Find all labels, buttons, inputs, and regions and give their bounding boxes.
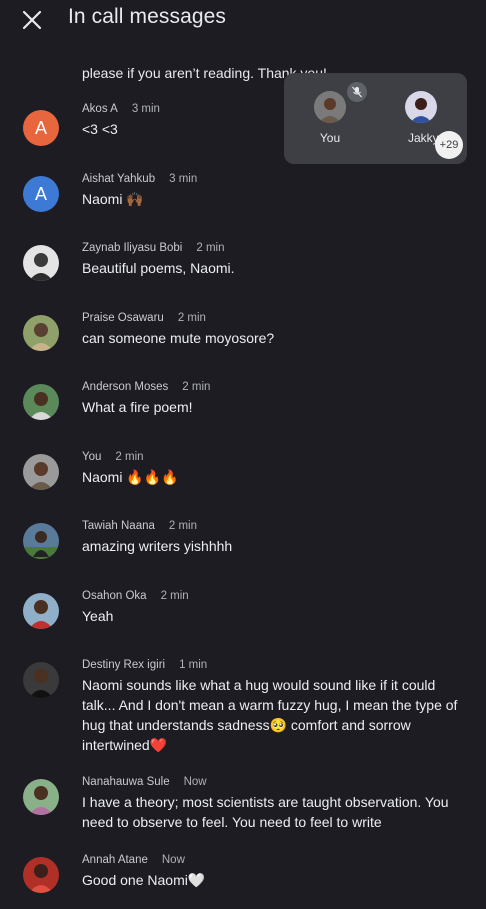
avatar: [23, 384, 59, 420]
person-photo-icon: [405, 91, 437, 123]
avatar: [23, 857, 59, 893]
message-text: Naomi sounds like what a hug would sound…: [82, 677, 458, 753]
message-time: 2 min: [115, 451, 144, 463]
message-text: can someone mute moyosore?: [82, 330, 275, 346]
message-time: 2 min: [160, 590, 189, 602]
message-time: Now: [161, 854, 185, 866]
sender-name: Anderson Moses: [82, 381, 169, 393]
avatar: [23, 454, 59, 490]
message-text: Yeah: [82, 608, 114, 624]
person-photo-icon: [29, 786, 53, 815]
avatar: [23, 315, 59, 351]
sender-name: Tawiah Naana: [82, 520, 155, 532]
person-photo-icon: [29, 669, 53, 698]
avatar: [314, 91, 346, 123]
message-meta: Aishat Yahkub 3 min: [82, 173, 197, 185]
avatar: [23, 245, 59, 281]
sender-name: Praise Osawaru: [82, 312, 164, 324]
message-meta: Zaynab Iliyasu Bobi 2 min: [82, 242, 225, 254]
more-participants-badge[interactable]: +29: [435, 131, 463, 159]
avatar: A: [23, 176, 59, 212]
message-time: 2 min: [196, 242, 225, 254]
sender-name: You: [82, 451, 102, 463]
mic-off-icon: [347, 82, 367, 102]
person-photo-icon: [29, 600, 53, 629]
message-meta: Anderson Moses 2 min: [82, 381, 210, 393]
page-title: In call messages: [68, 5, 227, 28]
close-button[interactable]: [18, 6, 46, 34]
avatar: [23, 593, 59, 629]
message-time: 3 min: [131, 103, 160, 115]
message-time: 1 min: [179, 659, 208, 671]
person-photo-icon: [314, 91, 346, 123]
message-meta: Tawiah Naana 2 min: [82, 520, 197, 532]
avatar: A: [23, 110, 59, 146]
message-meta: Praise Osawaru 2 min: [82, 312, 206, 324]
message-meta: You 2 min: [82, 451, 144, 463]
header: In call messages: [0, 0, 486, 40]
person-photo-icon: [29, 462, 53, 490]
sender-name: Aishat Yahkub: [82, 173, 156, 185]
message-text: I have a theory; most scientists are tau…: [82, 794, 449, 830]
message-time: 3 min: [169, 173, 198, 185]
avatar: [405, 91, 437, 123]
person-photo-icon: [29, 323, 53, 351]
person-photo-icon: [29, 253, 53, 281]
message-time: 2 min: [168, 520, 198, 532]
message-text: What a fire poem!: [82, 399, 193, 415]
message-text: Naomi 🔥🔥🔥: [82, 469, 179, 485]
message-meta: Osahon Oka 2 min: [82, 590, 189, 602]
sender-name: Osahon Oka: [82, 590, 147, 602]
message-time: 2 min: [177, 312, 206, 324]
message-text: Beautiful poems, Naomi.: [82, 260, 235, 276]
avatar: [23, 779, 59, 815]
close-icon: [22, 10, 42, 30]
sender-name: Nanahauwa Sule: [82, 776, 170, 788]
message-meta: Destiny Rex igiri 1 min: [82, 659, 207, 671]
message-meta: Annah Atane Now: [82, 854, 185, 866]
person-photo-icon: [29, 864, 53, 893]
sender-name: Akos A: [82, 103, 118, 115]
avatar: [23, 523, 59, 559]
participants-popup[interactable]: You Jakky +29: [284, 73, 467, 164]
message-meta: Nanahauwa Sule Now: [82, 776, 207, 788]
sender-name: Zaynab Iliyasu Bobi: [82, 242, 183, 254]
message-text: Good one Naomi🤍: [82, 872, 206, 888]
sender-name: Destiny Rex igiri: [82, 659, 166, 671]
participant-label: You: [319, 131, 341, 145]
person-photo-icon: [29, 392, 53, 420]
avatar: [23, 662, 59, 698]
message-text: amazing writers yishhhh: [82, 538, 233, 554]
message-time: Now: [183, 776, 207, 788]
message-meta: Akos A 3 min: [82, 103, 160, 115]
message-text: Naomi 🙌🏾: [82, 191, 144, 207]
message-time: 2 min: [182, 381, 211, 393]
sender-name: Annah Atane: [82, 854, 148, 866]
person-photo-icon: [23, 531, 59, 559]
